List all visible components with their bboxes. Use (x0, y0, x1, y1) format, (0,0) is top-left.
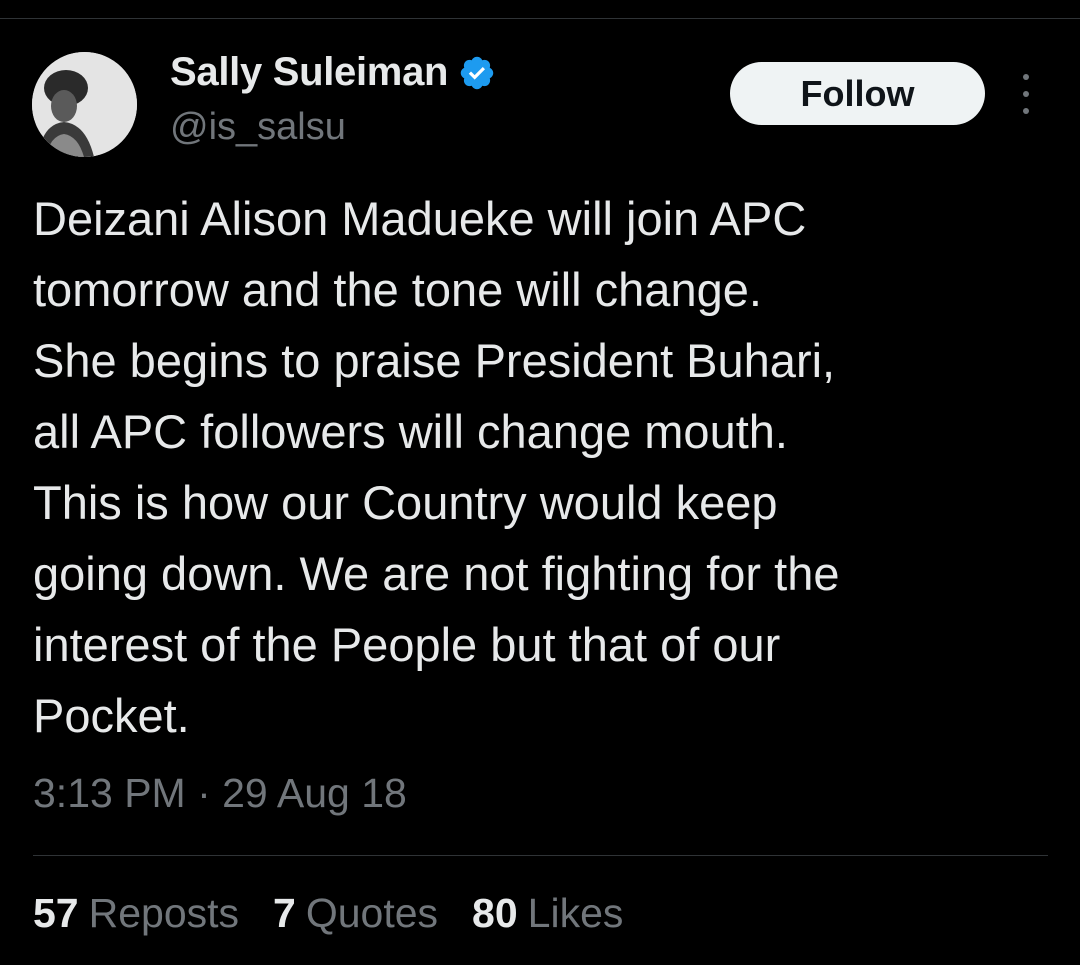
likes-stat[interactable]: 80 Likes (472, 890, 623, 937)
reposts-count: 57 (33, 890, 79, 936)
quotes-count: 7 (273, 890, 296, 936)
reposts-label: Reposts (88, 890, 240, 936)
tweet-timestamp[interactable]: 3:13 PM · 29 Aug 18 (33, 770, 407, 817)
engagement-stats: 57 Reposts 7 Quotes 80 Likes (33, 890, 623, 937)
author-name-text[interactable]: Sally Suleiman (170, 50, 448, 95)
follow-button[interactable]: Follow (730, 62, 985, 125)
reposts-stat[interactable]: 57 Reposts (33, 890, 239, 937)
likes-count: 80 (472, 890, 518, 936)
likes-label: Likes (527, 890, 624, 936)
verified-badge-icon[interactable] (458, 54, 496, 92)
tweet-text: Deizani Alison Madueke will join APC tom… (33, 192, 840, 742)
top-divider (0, 18, 1080, 19)
quotes-label: Quotes (305, 890, 439, 936)
author-display-name[interactable]: Sally Suleiman (170, 50, 496, 95)
avatar[interactable] (32, 52, 137, 157)
quotes-stat[interactable]: 7 Quotes (273, 890, 438, 937)
stats-divider (33, 855, 1048, 856)
author-handle[interactable]: @is_salsu (170, 106, 346, 149)
avatar-photo (32, 52, 137, 157)
more-vertical-icon[interactable] (1012, 74, 1040, 114)
